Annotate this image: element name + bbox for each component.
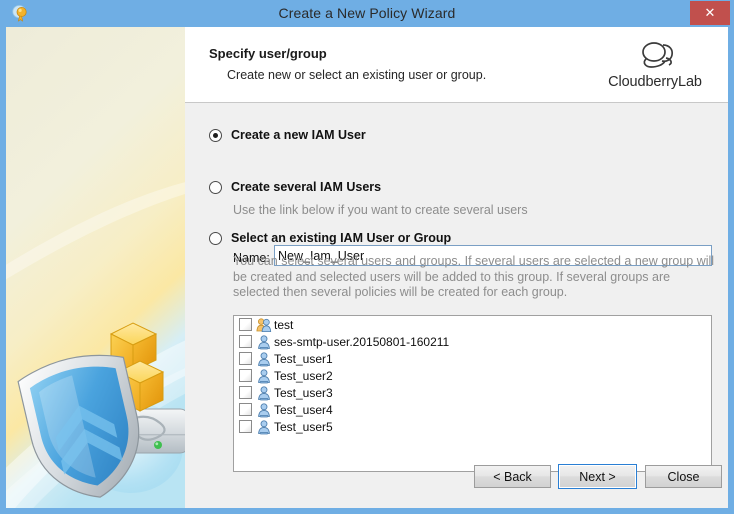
sidebar-banner (6, 27, 185, 508)
brand-logo: CloudberryLab (595, 37, 715, 90)
page-title: Specify user/group (209, 46, 327, 61)
user-icon (256, 402, 272, 418)
user-icon (256, 385, 272, 401)
radio-indicator-create-new[interactable] (209, 128, 222, 142)
page-subtitle: Create new or select an existing user or… (227, 68, 487, 82)
group-users-icon (256, 317, 272, 333)
list-item-checkbox[interactable] (239, 335, 252, 348)
list-item[interactable]: Test_user4 (234, 401, 711, 418)
list-item-label: test (274, 317, 294, 332)
list-item-label: Test_user4 (274, 402, 333, 417)
radio-indicator-select-existing[interactable] (209, 231, 222, 245)
list-item-checkbox[interactable] (239, 420, 252, 433)
list-item-label: Test_user2 (274, 368, 333, 383)
list-item[interactable]: Test_user5 (234, 418, 711, 435)
user-icon (256, 351, 272, 367)
wizard-header: Specify user/group Create new or select … (185, 27, 728, 103)
brand-name: CloudberryLab (608, 74, 702, 90)
list-item-checkbox[interactable] (239, 352, 252, 365)
list-item[interactable]: test (234, 316, 711, 333)
users-listbox[interactable]: test ses-smtp-user.20150801-160211 Test_us… (233, 315, 712, 472)
wizard-footer: < Back Next > Close (185, 452, 728, 508)
radio-indicator-create-several[interactable] (209, 180, 222, 194)
user-icon (256, 419, 272, 435)
list-item-label: Test_user1 (274, 351, 333, 366)
hint-create-several: Use the link below if you want to create… (233, 203, 528, 217)
user-icon (256, 334, 272, 350)
radio-select-existing[interactable]: Select an existing IAM User or Group (209, 231, 451, 245)
wizard-client-area: Specify user/group Create new or select … (6, 27, 728, 508)
wizard-body: Create a new IAM User Name: Create sever… (185, 104, 728, 508)
window-title: Create a New Policy Wizard (278, 5, 456, 21)
list-item-label: Test_user5 (274, 419, 333, 434)
list-item-checkbox[interactable] (239, 386, 252, 399)
radio-label-create-new: Create a new IAM User (231, 128, 366, 142)
close-icon[interactable]: ✕ (690, 1, 730, 25)
list-item-checkbox[interactable] (239, 318, 252, 331)
back-button[interactable]: < Back (474, 465, 551, 488)
list-item-checkbox[interactable] (239, 403, 252, 416)
list-item[interactable]: Test_user3 (234, 384, 711, 401)
wizard-window: Create a New Policy Wizard ✕ Specify use… (0, 0, 734, 514)
title-bar: Create a New Policy Wizard ✕ (0, 0, 734, 27)
list-item-label: Test_user3 (274, 385, 333, 400)
radio-label-create-several: Create several IAM Users (231, 180, 382, 194)
next-button[interactable]: Next > (558, 464, 637, 489)
close-button[interactable]: Close (645, 465, 722, 488)
user-icon (256, 368, 272, 384)
hint-select-existing: You can select several users and groups.… (233, 254, 715, 299)
list-item-checkbox[interactable] (239, 369, 252, 382)
list-item-label: ses-smtp-user.20150801-160211 (274, 334, 450, 349)
list-item[interactable]: Test_user2 (234, 367, 711, 384)
radio-label-select-existing: Select an existing IAM User or Group (231, 231, 452, 245)
radio-create-new-iam-user[interactable]: Create a new IAM User (209, 128, 366, 142)
radio-create-several-iam-users[interactable]: Create several IAM Users (209, 180, 381, 194)
list-item[interactable]: ses-smtp-user.20150801-160211 (234, 333, 711, 350)
list-item[interactable]: Test_user1 (234, 350, 711, 367)
cloud-icon (632, 42, 678, 75)
